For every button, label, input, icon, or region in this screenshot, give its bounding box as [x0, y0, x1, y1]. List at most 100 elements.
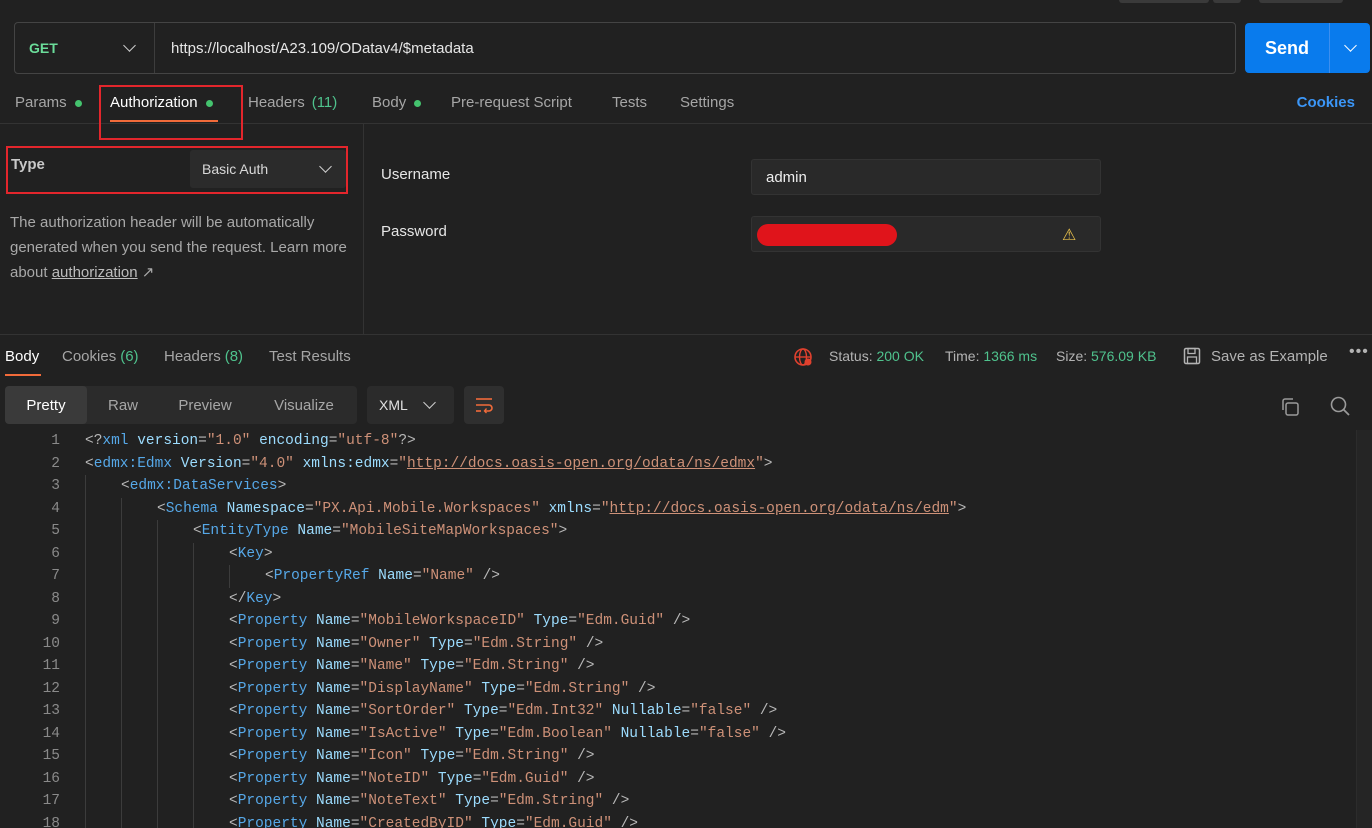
tab-pre-request-script[interactable]: Pre-request Script	[451, 94, 572, 122]
tab-params[interactable]: Params	[15, 94, 82, 122]
chevron-down-icon	[423, 396, 436, 409]
code-line: 18 <Property Name="CreatedByID" Type="Edm…	[0, 813, 1356, 828]
language-value: XML	[379, 397, 408, 413]
tab-response-cookies[interactable]: Cookies (6)	[62, 348, 139, 365]
copy-icon[interactable]	[1279, 396, 1301, 418]
line-number: 4	[51, 500, 60, 517]
tab-label: Params	[15, 94, 67, 111]
username-input[interactable]	[751, 159, 1101, 195]
tab-label: Headers	[164, 348, 221, 365]
send-options-button[interactable]	[1330, 23, 1370, 73]
code-line: 12 <Property Name="DisplayName" Type="Edm…	[0, 678, 1356, 701]
warning-icon[interactable]: ⚠	[1062, 225, 1076, 245]
code-text: <Property Name="DisplayName" Type="Edm.S…	[229, 680, 656, 697]
line-number: 8	[51, 590, 60, 607]
code-text: <Property Name="NoteID" Type="Edm.Guid" …	[229, 770, 595, 787]
tab-headers[interactable]: Headers (11)	[248, 94, 337, 122]
indent-guide	[121, 497, 122, 828]
active-tab-indicator	[5, 374, 41, 376]
toolbar-remnant	[1119, 0, 1209, 3]
code-line: 16 <Property Name="NoteID" Type="Edm.Guid…	[0, 768, 1356, 791]
code-text: <PropertyRef Name="Name" />	[265, 568, 500, 584]
status-value: 200 OK	[876, 348, 924, 364]
send-button[interactable]: Send	[1245, 23, 1330, 73]
wrap-icon	[476, 398, 493, 414]
code-line: 1 <?xml version="1.0" encoding="utf-8"?>	[0, 430, 1356, 453]
line-number: 7	[51, 568, 60, 584]
size-info: Size: 576.09 KB	[1056, 348, 1156, 364]
headers-count: (11)	[311, 94, 338, 111]
line-number: 6	[51, 545, 60, 562]
wrap-lines-button[interactable]	[464, 386, 504, 424]
tab-response-headers[interactable]: Headers (8)	[164, 348, 243, 365]
headers-count: (8)	[224, 348, 244, 365]
toolbar-remnant	[1259, 0, 1343, 3]
code-text: <Property Name="NoteText" Type="Edm.Stri…	[229, 793, 630, 809]
code-text: </Key>	[229, 590, 282, 607]
globe-error-icon[interactable]	[793, 347, 813, 367]
method-select[interactable]: GET	[15, 23, 155, 73]
indent-guide	[157, 520, 158, 828]
more-options-icon[interactable]: •••	[1349, 343, 1369, 361]
status-label: Status:	[829, 348, 873, 364]
code-line: 8 </Key>	[0, 588, 1356, 611]
code-line: 2 <edmx:Edmx Version="4.0" xmlns:edmx="ht…	[0, 453, 1356, 476]
tab-label: Pre-request Script	[451, 94, 572, 111]
response-code-viewer[interactable]: 1 <?xml version="1.0" encoding="utf-8"?> 2…	[0, 430, 1356, 828]
line-number: 18	[42, 815, 60, 828]
line-number: 11	[42, 658, 60, 674]
tab-settings[interactable]: Settings	[680, 94, 734, 122]
line-number: 15	[42, 748, 60, 764]
time-value: 1366 ms	[983, 348, 1038, 364]
tab-label: Cookies	[62, 348, 117, 365]
code-text: <Schema Namespace="PX.Api.Mobile.Workspa…	[157, 500, 967, 517]
tab-test-results[interactable]: Test Results	[269, 348, 351, 365]
save-icon[interactable]	[1183, 347, 1201, 365]
line-number: 17	[42, 793, 60, 809]
auth-help-text: The authorization header will be automat…	[10, 210, 350, 285]
cookies-count: (6)	[120, 348, 139, 365]
tab-body[interactable]: Body	[372, 94, 422, 122]
tab-tests[interactable]: Tests	[612, 94, 647, 122]
status-dot-icon	[74, 100, 82, 107]
tab-label: Tests	[612, 94, 648, 111]
view-visualize[interactable]: Visualize	[251, 386, 357, 424]
line-number: 5	[51, 523, 60, 539]
line-number: 2	[51, 455, 60, 472]
highlight-box	[6, 146, 348, 194]
language-select[interactable]: XML	[367, 386, 454, 424]
size-label: Size:	[1056, 348, 1088, 364]
time-info: Time: 1366 ms	[945, 348, 1037, 364]
code-line: 6 <Key>	[0, 543, 1356, 566]
status-info: Status: 200 OK	[829, 348, 924, 364]
chevron-down-icon	[123, 39, 136, 52]
view-preview[interactable]: Preview	[159, 386, 251, 424]
save-as-example-button[interactable]: Save as Example	[1211, 348, 1328, 365]
tab-label: Headers	[248, 94, 305, 111]
redaction-mark	[757, 224, 897, 246]
code-scrollbar[interactable]	[1356, 430, 1372, 828]
username-label: Username	[381, 166, 451, 183]
code-text: <Property Name="Name" Type="Edm.String" …	[229, 658, 595, 674]
auth-credentials-panel: Username Password ⚠	[365, 124, 1372, 334]
search-icon[interactable]	[1329, 395, 1351, 417]
code-text: <Key>	[229, 545, 273, 562]
tab-response-body[interactable]: Body	[5, 348, 39, 365]
method-label: GET	[29, 40, 58, 56]
code-text: <Property Name="MobileWorkspaceID" Type=…	[229, 613, 691, 629]
authorization-link[interactable]: authorization	[52, 264, 138, 281]
url-input[interactable]	[155, 23, 1235, 73]
line-number: 10	[42, 635, 60, 652]
toolbar-remnant	[1213, 0, 1241, 3]
view-pretty[interactable]: Pretty	[5, 386, 87, 424]
line-number: 13	[42, 703, 60, 719]
external-link-icon: ↗	[141, 264, 155, 281]
cookies-link[interactable]: Cookies	[1297, 94, 1355, 111]
size-value: 576.09 KB	[1091, 348, 1157, 364]
view-raw[interactable]: Raw	[87, 386, 159, 424]
code-text: <EntityType Name="MobileSiteMapWorkspace…	[193, 523, 568, 539]
code-text: <edmx:DataServices>	[121, 478, 287, 494]
code-line: 9 <Property Name="MobileWorkspaceID" Type…	[0, 610, 1356, 633]
code-text: <Property Name="CreatedByID" Type="Edm.G…	[229, 815, 639, 828]
time-label: Time:	[945, 348, 980, 364]
